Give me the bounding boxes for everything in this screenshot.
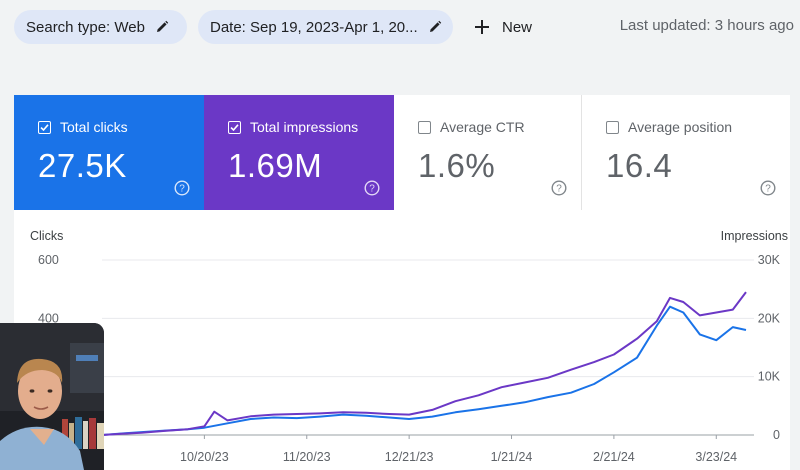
metric-label: Average position [628, 119, 733, 135]
svg-text:?: ? [369, 184, 375, 195]
edit-pencil-icon [429, 20, 441, 32]
help-icon[interactable]: ? [551, 180, 567, 196]
date-filter-chip[interactable]: Date: Sep 19, 2023-Apr 1, 20... [198, 10, 453, 44]
metric-card-total-impressions[interactable]: Total impressions 1.69M ? [204, 95, 394, 210]
help-icon[interactable]: ? [174, 180, 190, 196]
svg-text:?: ? [179, 184, 185, 195]
chart-plot[interactable]: 60040030K20K10K010/20/23 11/20/23 12/21/23… [14, 225, 790, 470]
filter-bar: Search type: Web Date: Sep 19, 2023-Apr … [0, 0, 800, 52]
checkbox-checked-icon[interactable] [228, 120, 241, 134]
checkbox-unchecked-icon[interactable] [418, 120, 431, 134]
metric-card-total-clicks[interactable]: Total clicks 27.5K ? [14, 95, 204, 210]
plus-icon [475, 20, 489, 34]
last-updated-text: Last updated: 3 hours ago [619, 17, 794, 34]
new-filter-button[interactable]: New [474, 12, 532, 42]
series-line-clicks [101, 305, 747, 436]
x-axis-tick-label: 3/23/24 [695, 450, 737, 464]
series-line-impressions [101, 291, 747, 436]
search-type-filter-chip[interactable]: Search type: Web [14, 10, 187, 44]
right-axis-tick-label: 30K [758, 253, 781, 267]
right-axis-tick-label: 10K [758, 370, 781, 384]
metric-label: Total clicks [60, 119, 128, 135]
performance-panel: Total clicks 27.5K ? Total impressions 1… [14, 95, 790, 470]
metric-card-average-ctr[interactable]: Average CTR 1.6% ? [394, 95, 582, 210]
metric-card-average-position[interactable]: Average position 16.4 ? [582, 95, 790, 210]
presenter-video-image [0, 323, 104, 470]
right-axis-tick-label: 0 [773, 428, 780, 442]
new-filter-label: New [502, 18, 533, 36]
help-icon[interactable]: ? [760, 180, 776, 196]
date-filter-label: Date: Sep 19, 2023-Apr 1, 20... [210, 18, 418, 36]
svg-text:?: ? [556, 184, 562, 195]
x-axis-tick-label: 2/21/24 [593, 450, 635, 464]
help-icon[interactable]: ? [364, 180, 380, 196]
left-axis-tick-label: 600 [38, 253, 59, 267]
x-axis-tick-label: 10/20/23 [180, 450, 229, 464]
edit-pencil-icon [156, 20, 169, 32]
checkbox-checked-icon[interactable] [38, 120, 51, 134]
x-axis-tick-label: 1/21/24 [491, 450, 533, 464]
metric-label: Total impressions [250, 119, 359, 135]
performance-chart: Clicks Impressions 600 400 30K 20K 10K 0 10/20… [14, 225, 790, 470]
right-axis-tick-label: 20K [758, 311, 781, 325]
x-axis-tick-label: 11/20/23 [283, 450, 331, 464]
metric-label: Average CTR [440, 119, 525, 135]
x-axis-tick-label: 12/21/23 [385, 450, 434, 464]
presenter-webcam-overlay [0, 323, 104, 470]
metric-cards: Total clicks 27.5K ? Total impressions 1… [14, 95, 790, 210]
checkbox-unchecked-icon[interactable] [606, 120, 619, 134]
search-type-filter-label: Search type: Web [26, 18, 145, 36]
svg-text:?: ? [765, 184, 771, 195]
